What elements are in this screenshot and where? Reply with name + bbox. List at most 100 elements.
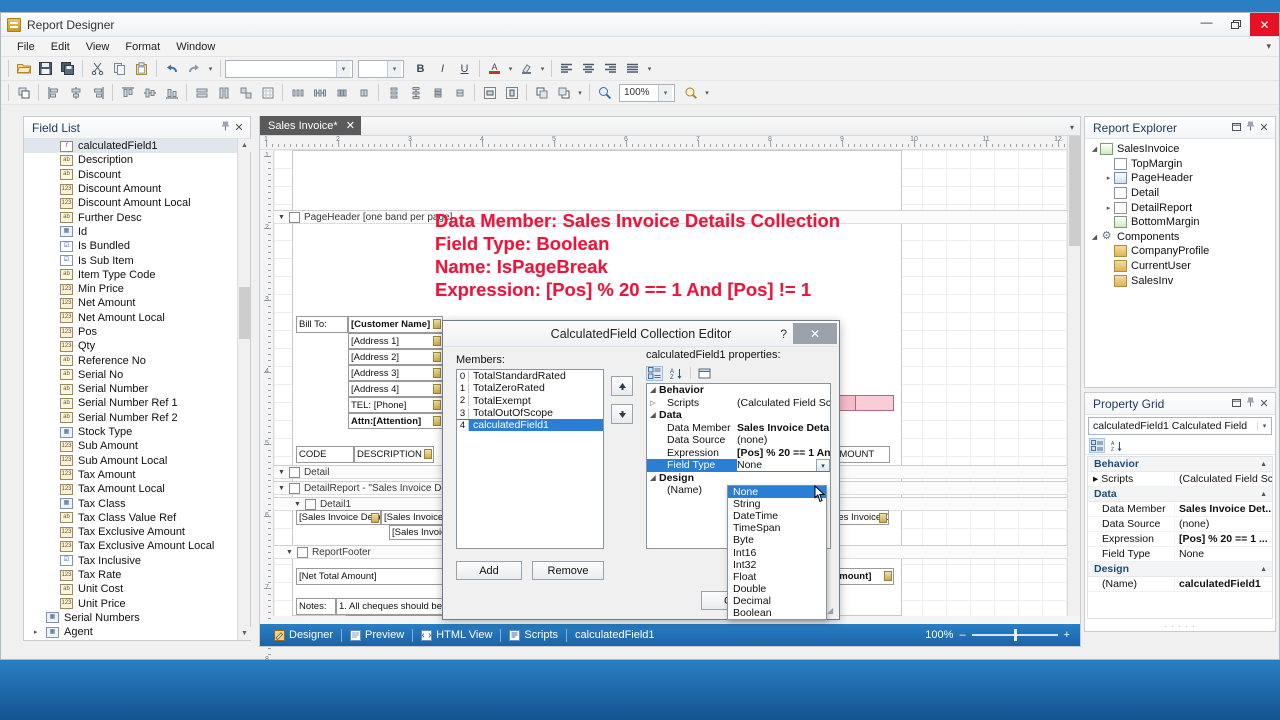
scrollbar-thumb[interactable] [1069, 136, 1080, 246]
property-value[interactable]: Sales Invoice Det... [1174, 503, 1272, 515]
expander-icon[interactable]: ◢ [1089, 233, 1100, 241]
field-list-item[interactable]: 123 Discount Amount Local [24, 196, 250, 210]
field-list-item[interactable]: ab Reference No [24, 353, 250, 367]
field-type-option[interactable]: None [728, 486, 826, 499]
zoom-tool-icon[interactable] [680, 82, 701, 103]
pin-icon[interactable] [1243, 121, 1257, 134]
bold-button[interactable]: B [410, 58, 431, 79]
vertical-spacing-remove-icon[interactable] [449, 82, 470, 103]
report-control[interactable]: [Sales Invoice Details Collection.Code] [296, 510, 381, 525]
cut-icon[interactable] [87, 58, 108, 79]
document-tab-sales-invoice[interactable]: Sales Invoice* ✕ [260, 116, 361, 135]
report-control[interactable]: [Address 1] [348, 333, 443, 349]
scroll-up-icon[interactable]: ▲ [238, 139, 251, 152]
field-list-item[interactable]: 123 Sub Amount Local [24, 454, 250, 468]
report-control[interactable]: Bill To: [296, 316, 348, 333]
field-list-item[interactable]: 123 Discount Amount [24, 182, 250, 196]
report-explorer-node[interactable]: CompanyProfile [1085, 244, 1275, 259]
report-explorer-tree[interactable]: ◢ SalesInvoice TopMargin ▸ PageHeader Detail ▸… [1085, 139, 1275, 387]
expander-icon[interactable]: ▸ [1103, 174, 1114, 182]
restore-button[interactable] [1221, 13, 1250, 36]
categorized-icon[interactable] [646, 365, 663, 381]
field-list-scrollbar[interactable]: ▲ ▼ [237, 139, 251, 640]
dialog-property-row[interactable]: Field Type None ▾ [647, 459, 830, 472]
report-explorer-node[interactable]: ◢ ⚙ Components [1085, 230, 1275, 245]
dialog-property-row[interactable]: Data Member Sales Invoice Details [647, 422, 830, 435]
smart-tag-icon[interactable] [433, 352, 441, 362]
field-list-item[interactable]: 123 Net Amount [24, 296, 250, 310]
field-type-dropdown-list[interactable]: None String DateTime TimeSpan Byte Int16 Int32… [727, 485, 827, 621]
report-explorer-node[interactable]: Detail [1085, 186, 1275, 201]
property-row[interactable]: Data Member Sales Invoice Det... [1088, 502, 1272, 517]
paste-icon[interactable] [131, 58, 152, 79]
history-dropdown-icon[interactable]: ▾ [205, 58, 216, 79]
band-collapse-icon[interactable]: ▼ [286, 549, 293, 556]
status-tab-scripts[interactable]: Scripts [501, 629, 566, 641]
dialog-property-row[interactable]: Expression [Pos] % 20 == 1 And [647, 447, 830, 460]
field-list-item[interactable]: 123 Unit Price [24, 597, 250, 611]
field-type-option[interactable]: Boolean [728, 607, 826, 619]
field-type-option[interactable]: Int16 [728, 546, 826, 559]
bring-to-front-icon[interactable] [13, 82, 34, 103]
report-control[interactable]: CODE [296, 446, 354, 463]
smart-tag-icon[interactable] [433, 384, 441, 394]
property-grid-object-selector[interactable]: calculatedField1 Calculated Field ▾ [1088, 417, 1272, 435]
zoom-icon[interactable] [594, 82, 615, 103]
report-explorer-node[interactable]: BottomMargin [1085, 215, 1275, 230]
save-icon[interactable] [35, 58, 56, 79]
chevron-down-icon[interactable]: ▾ [816, 459, 830, 472]
tabstrip-overflow-icon[interactable]: ▾ [1070, 123, 1074, 132]
pin-icon[interactable] [218, 121, 232, 134]
field-list-item[interactable]: 123 Tax Amount [24, 468, 250, 482]
property-row[interactable]: Field Type None [1088, 547, 1272, 562]
zoom-combo[interactable]: 100% ▾ [619, 83, 675, 102]
band-collapse-icon[interactable]: ▼ [294, 501, 301, 508]
order-caret-icon[interactable]: ▾ [575, 82, 585, 103]
restore-icon[interactable] [1229, 122, 1243, 134]
field-type-option[interactable]: Int32 [728, 559, 826, 571]
align-middles-icon[interactable] [139, 82, 160, 103]
report-explorer-node[interactable]: ▸ DetailReport [1085, 200, 1275, 215]
dialog-property-value[interactable]: Sales Invoice Details [737, 422, 830, 434]
field-list-item[interactable]: ab Serial Number Ref 1 [24, 396, 250, 410]
field-list-item[interactable]: ▦ Id [24, 225, 250, 239]
report-control[interactable]: [Address 4] [348, 381, 443, 397]
field-type-option[interactable]: TimeSpan [728, 522, 826, 534]
smart-tag-icon[interactable] [433, 368, 441, 378]
field-list-item[interactable]: ▸ ▦ Agent [24, 625, 250, 639]
restore-icon[interactable] [1229, 398, 1243, 410]
menu-overflow-icon[interactable]: ▾ [1266, 41, 1271, 52]
align-more-icon[interactable]: ▾ [644, 58, 655, 79]
expander-icon[interactable]: ◢ [647, 474, 659, 482]
field-list-item[interactable]: ▸▦Cost Centre [24, 639, 250, 640]
chevron-down-icon[interactable]: ▾ [387, 60, 401, 77]
dialog-property-value[interactable]: None ▾ [737, 459, 830, 472]
undo-icon[interactable] [161, 58, 182, 79]
field-list-item[interactable]: ab Serial Number [24, 382, 250, 396]
report-explorer-node[interactable]: ▸ PageHeader [1085, 171, 1275, 186]
field-type-option[interactable]: DateTime [728, 510, 826, 522]
report-control[interactable]: [Address 2] [348, 349, 443, 365]
menu-item-view[interactable]: View [78, 39, 118, 55]
dialog-property-category[interactable]: ◢ Design [647, 472, 830, 485]
field-list-item[interactable]: 123 Net Amount Local [24, 311, 250, 325]
smart-tag-icon[interactable] [433, 319, 441, 329]
member-list-item[interactable]: 3 TotalOutOfScope [457, 407, 603, 419]
make-same-height-icon[interactable] [213, 82, 234, 103]
font-color-caret-icon[interactable]: ▾ [506, 58, 515, 79]
close-icon[interactable]: ✕ [232, 121, 246, 134]
field-list-item[interactable]: f calculatedField1 [24, 139, 250, 154]
member-list-item[interactable]: 0 TotalStandardRated [457, 370, 603, 382]
report-control[interactable]: TEL: [Phone] [348, 397, 443, 413]
dialog-property-value[interactable]: (none) [737, 434, 830, 446]
chevron-down-icon[interactable]: ▾ [1257, 422, 1271, 430]
smart-tag-icon[interactable] [879, 513, 887, 523]
align-center-icon[interactable] [578, 58, 599, 79]
field-list-body[interactable]: f calculatedField1 ab Description ab Discount… [24, 139, 250, 640]
chevron-down-icon[interactable]: ▾ [658, 84, 672, 101]
property-pages-icon[interactable] [696, 366, 713, 381]
report-control[interactable]: Attn:[Attention] [348, 413, 443, 429]
dialog-property-category[interactable]: ◢ Data [647, 409, 830, 422]
field-list-item[interactable]: 123 Tax Exclusive Amount Local [24, 539, 250, 553]
center-horizontally-icon[interactable] [479, 82, 500, 103]
